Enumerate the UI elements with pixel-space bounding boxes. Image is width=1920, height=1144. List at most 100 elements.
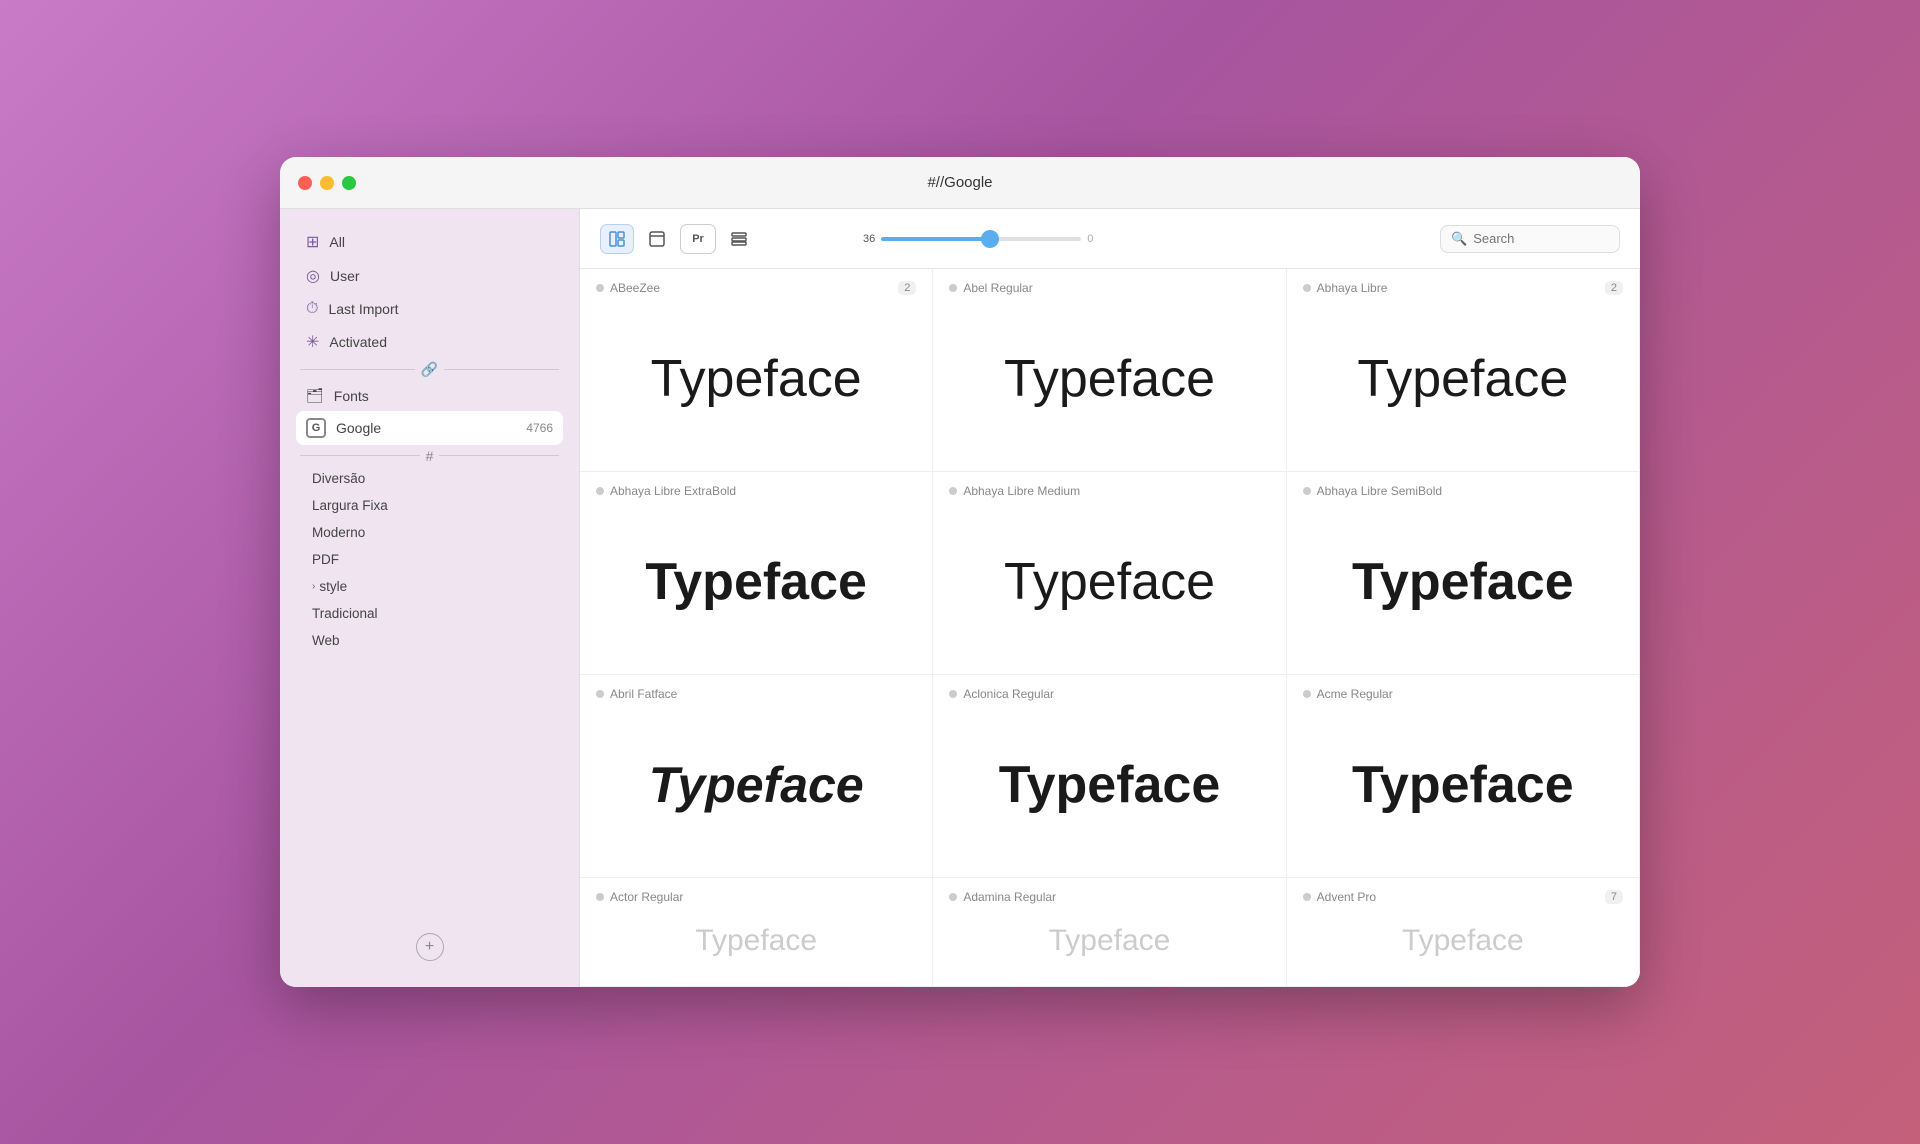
font-card-header: Abril Fatface [596,687,916,701]
google-icon: G [306,418,326,438]
tag-moderno[interactable]: Moderno [306,520,553,545]
panel-view-button[interactable] [600,224,634,254]
toolbar: Pr 360 🔍 [580,209,1640,269]
font-preview-text: Typeface [1004,556,1215,608]
title-bar: #//Google [280,157,1640,209]
font-preview-text: Typeface [1004,353,1215,405]
browser-view-button[interactable] [640,224,674,254]
list-view-button[interactable] [722,224,756,254]
font-count: 2 [898,281,916,295]
user-icon: ◎ [306,266,320,286]
hash-icon: # [420,448,440,464]
font-dot [1303,284,1311,292]
sidebar-item-last-import-label: Last Import [328,301,398,317]
link-icon: 🔗 [415,361,444,378]
minimize-button[interactable] [320,176,334,190]
font-name: Abhaya Libre SemiBold [1317,484,1623,498]
font-preview: Typeface [949,506,1269,658]
font-name: Advent Pro [1317,890,1599,904]
font-preview: Typeface [596,912,916,970]
view-icons: Pr [600,224,756,254]
sidebar-google-label: Google [336,420,381,436]
preview-view-button[interactable]: Pr [680,224,716,254]
font-name: Aclonica Regular [963,687,1269,701]
font-name: Abril Fatface [610,687,916,701]
font-preview: Typeface [1303,303,1623,455]
close-button[interactable] [298,176,312,190]
font-card-header: ABeeZee 2 [596,281,916,295]
font-name: Actor Regular [610,890,916,904]
font-preview: Typeface [1303,506,1623,658]
sidebar-fonts-item[interactable]: 🗂 Fonts [296,380,563,411]
font-card-header: Abel Regular [949,281,1269,295]
main-content: ⊞ All ◎ User ⏱ Last Import ✳ Activated 🔗 [280,209,1640,987]
font-card-actor-regular[interactable]: Actor Regular Typeface [580,878,933,987]
font-card-header: Aclonica Regular [949,687,1269,701]
font-card-abel-regular[interactable]: Abel Regular Typeface [933,269,1286,472]
font-preview: Typeface [949,709,1269,861]
sidebar-section-fonts: 🗂 Fonts G Google 4766 [280,380,579,445]
divider-2: # [300,455,559,456]
grid-icon: ⊞ [306,232,319,252]
tag-list: Diversão Largura Fixa Moderno PDF › styl… [280,466,579,653]
sidebar-item-user[interactable]: ◎ User [296,259,563,293]
folder-icon: 🗂 [306,387,324,404]
sidebar-fonts-label: Fonts [334,388,369,404]
main-panel: Pr 360 🔍 [580,209,1640,987]
tag-web[interactable]: Web [306,628,553,653]
maximize-button[interactable] [342,176,356,190]
font-preview: Typeface [949,303,1269,455]
font-card-header: Abhaya Libre 2 [1303,281,1623,295]
font-name: Abhaya Libre [1317,281,1599,295]
tag-style[interactable]: › style [306,574,553,599]
font-card-abhaya-semibold[interactable]: Abhaya Libre SemiBold Typeface [1287,472,1640,675]
font-card-adamina-regular[interactable]: Adamina Regular Typeface [933,878,1286,987]
size-slider[interactable] [881,237,1081,241]
search-icon: 🔍 [1451,231,1467,247]
sidebar-google-item[interactable]: G Google 4766 [296,411,563,445]
tag-diversao[interactable]: Diversão [306,466,553,491]
font-dot [1303,690,1311,698]
font-card-aclonica-regular[interactable]: Aclonica Regular Typeface [933,675,1286,878]
search-input[interactable] [1473,231,1609,246]
sidebar-item-all[interactable]: ⊞ All [296,225,563,259]
size-control: 360 [778,233,1093,245]
app-window: #//Google ⊞ All ◎ User ⏱ Last Import ✳ [280,157,1640,987]
font-card-advent-pro[interactable]: Advent Pro 7 Typeface [1287,878,1640,987]
font-preview-text: Typeface [695,926,817,956]
font-preview-text: Typeface [1402,926,1524,956]
font-card-header: Abhaya Libre SemiBold [1303,484,1623,498]
font-card-abhaya-libre[interactable]: Abhaya Libre 2 Typeface [1287,269,1640,472]
search-box[interactable]: 🔍 [1440,225,1620,253]
sidebar-item-activated[interactable]: ✳ Activated [296,325,563,359]
font-card-abril-fatface[interactable]: Abril Fatface Typeface [580,675,933,878]
font-dot [596,487,604,495]
add-collection-button[interactable]: + [416,933,444,961]
font-name: ABeeZee [610,281,892,295]
font-preview-text: Typeface [1352,759,1574,811]
font-preview: Typeface [596,709,916,861]
tag-pdf[interactable]: PDF [306,547,553,572]
font-dot [596,893,604,901]
tag-tradicional[interactable]: Tradicional [306,601,553,626]
font-dot [1303,893,1311,901]
tag-largura-fixa[interactable]: Largura Fixa [306,493,553,518]
font-card-acme-regular[interactable]: Acme Regular Typeface [1287,675,1640,878]
font-card-abeezee[interactable]: ABeeZee 2 Typeface [580,269,933,472]
font-preview: Typeface [949,912,1269,970]
font-preview: Typeface [596,303,916,455]
font-dot [596,690,604,698]
sidebar: ⊞ All ◎ User ⏱ Last Import ✳ Activated 🔗 [280,209,580,987]
font-card-header: Abhaya Libre Medium [949,484,1269,498]
font-card-header: Abhaya Libre ExtraBold [596,484,916,498]
sidebar-nav: ⊞ All ◎ User ⏱ Last Import ✳ Activated [280,225,579,359]
sidebar-item-last-import[interactable]: ⏱ Last Import [296,293,563,325]
font-count: 7 [1605,890,1623,904]
font-card-abhaya-medium[interactable]: Abhaya Libre Medium Typeface [933,472,1286,675]
divider-1: 🔗 [300,369,559,370]
font-preview-text: Typeface [649,760,864,810]
font-card-abhaya-extrabold[interactable]: Abhaya Libre ExtraBold Typeface [580,472,933,675]
font-dot [949,284,957,292]
font-preview: Typeface [1303,709,1623,861]
font-dot [949,690,957,698]
